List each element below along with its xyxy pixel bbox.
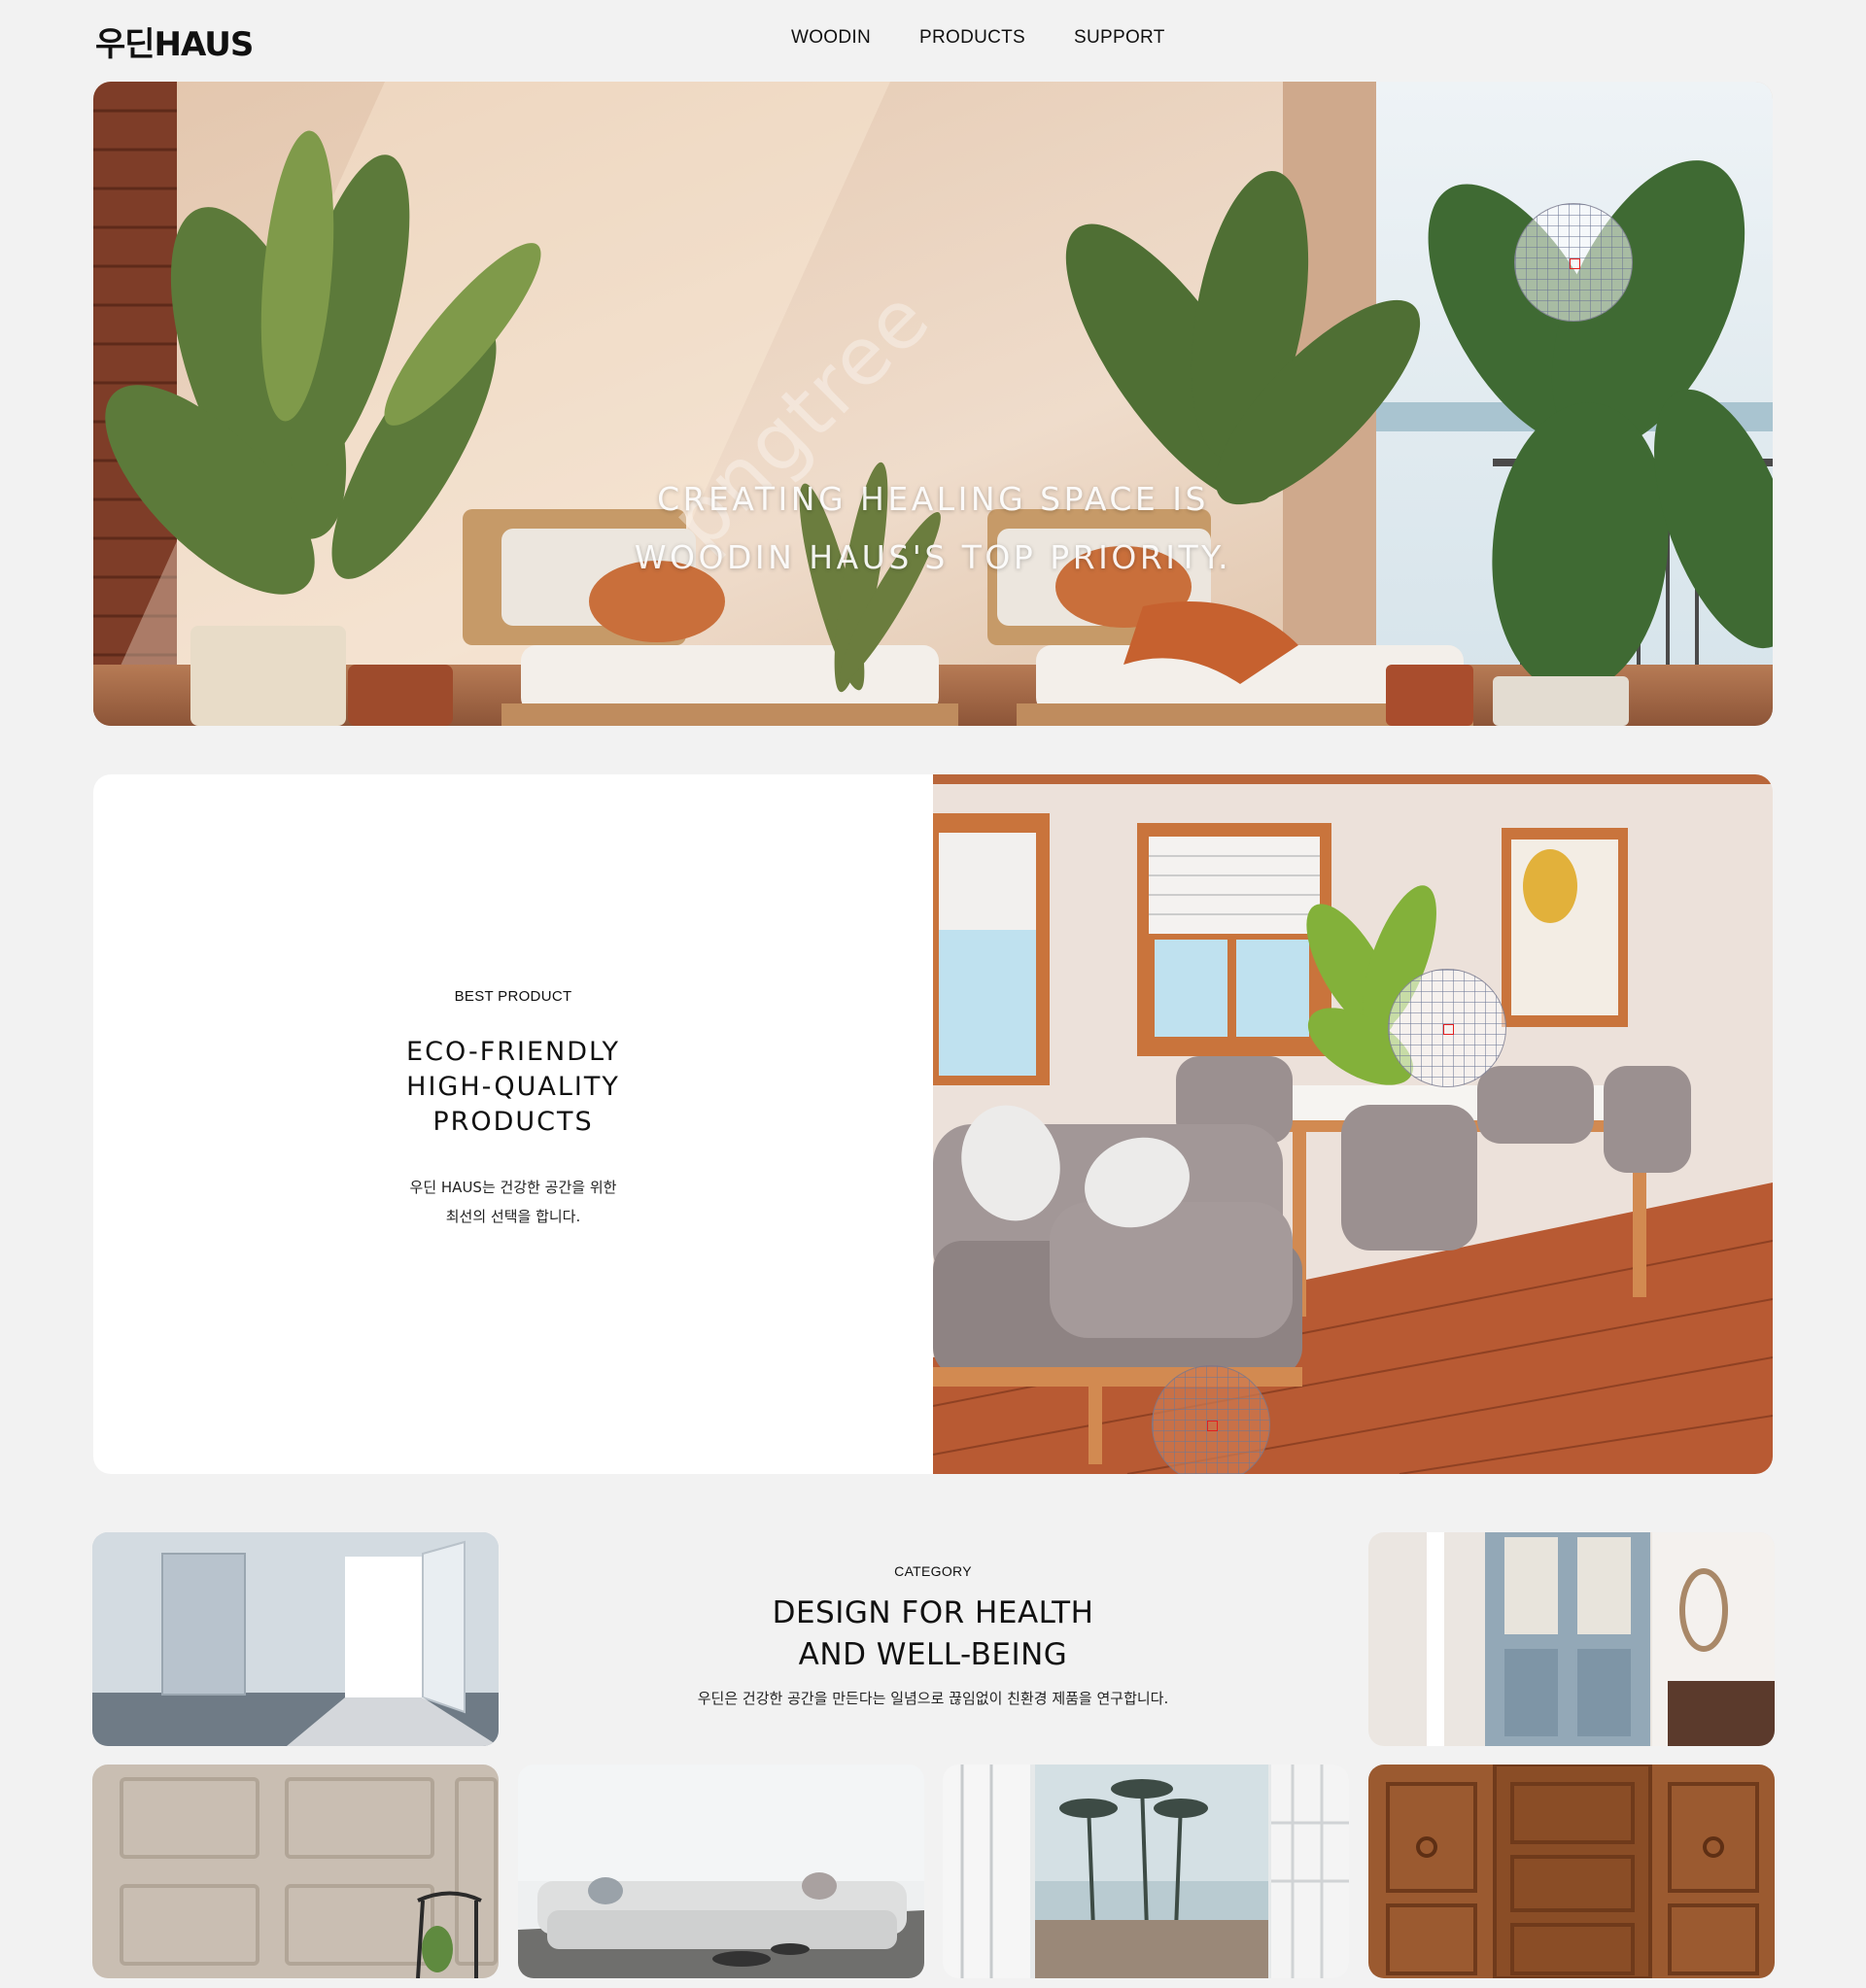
category-tile-wall-panel[interactable]	[92, 1765, 499, 1978]
hero-headline-line-1: CREATING HEALING SPACE IS	[657, 480, 1209, 518]
category-intro: CATEGORY DESIGN FOR HEALTH AND WELL-BEIN…	[497, 1532, 1369, 1708]
magnifier-target-icon	[1207, 1421, 1218, 1431]
magnifier-lens[interactable]	[1388, 969, 1506, 1087]
best-product-desc-line-2: 최선의 선택을 합니다.	[445, 1208, 581, 1225]
category-tile-doors[interactable]	[92, 1532, 499, 1746]
nav-link-woodin[interactable]: WOODIN	[791, 27, 871, 49]
category-tile-wood-door[interactable]	[1368, 1765, 1775, 1978]
category-title-line-2: AND WELL-BEING	[798, 1637, 1068, 1672]
best-product-image	[933, 774, 1773, 1474]
hero-headline-line-2: WOODIN HAUS'S TOP PRIORITY.	[634, 538, 1232, 576]
hero-banner: pngtree CREATING HEALING SPACE IS WOODIN…	[93, 82, 1773, 726]
best-product-title: ECO-FRIENDLY HIGH-QUALITY PRODUCTS	[93, 1035, 933, 1140]
best-product-title-line-1: ECO-FRIENDLY	[406, 1037, 620, 1067]
category-tile-sofa[interactable]	[518, 1765, 924, 1978]
site-logo[interactable]: 우딘HAUS	[95, 17, 254, 65]
category-description: 우딘은 건강한 공간을 만든다는 일념으로 끊임없이 친환경 제품을 연구합니다…	[697, 1690, 1169, 1707]
site-header: 우딘HAUS WOODIN PRODUCTS SUPPORT	[0, 0, 1866, 78]
best-product-description: 우딘 HAUS는 건강한 공간을 위한 최선의 선택을 합니다.	[93, 1173, 933, 1231]
category-image-mural-room	[943, 1765, 1349, 1978]
best-product-desc-line-1: 우딘 HAUS는 건강한 공간을 위한	[409, 1179, 617, 1196]
category-title: DESIGN FOR HEALTH AND WELL-BEING	[497, 1593, 1369, 1676]
category-title-line-1: DESIGN FOR HEALTH	[772, 1595, 1094, 1630]
category-eyebrow: CATEGORY	[894, 1563, 972, 1579]
page: 우딘HAUS WOODIN PRODUCTS SUPPORT pngtree C…	[0, 0, 1866, 1988]
category-image-wood-door	[1368, 1765, 1775, 1978]
magnifier-target-icon	[1443, 1024, 1454, 1035]
magnifier-lens[interactable]	[1514, 203, 1633, 322]
living-room-illustration	[933, 774, 1773, 1474]
magnifier-lens[interactable]	[1152, 1365, 1270, 1474]
category-image-blue-door	[1368, 1532, 1775, 1746]
nav-link-support[interactable]: SUPPORT	[1074, 27, 1165, 49]
category-image-wall-panel	[92, 1765, 499, 1978]
hero-headline: CREATING HEALING SPACE IS WOODIN HAUS'S …	[93, 470, 1773, 587]
hero-image	[93, 82, 1773, 726]
best-product-eyebrow: BEST PRODUCT	[454, 988, 572, 1005]
best-product-section: BEST PRODUCT ECO-FRIENDLY HIGH-QUALITY P…	[93, 774, 1773, 1474]
category-image-open-door	[92, 1532, 499, 1746]
main-nav: WOODIN PRODUCTS SUPPORT	[791, 27, 1165, 49]
magnifier-target-icon	[1570, 258, 1580, 269]
category-tile-blue-door[interactable]	[1368, 1532, 1775, 1746]
best-product-title-line-2: HIGH-QUALITY	[406, 1072, 620, 1102]
nav-link-products[interactable]: PRODUCTS	[919, 27, 1025, 49]
best-product-title-line-3: PRODUCTS	[432, 1107, 594, 1137]
category-tile-mural[interactable]	[943, 1765, 1349, 1978]
category-image-sofa	[518, 1765, 924, 1978]
best-product-text: BEST PRODUCT ECO-FRIENDLY HIGH-QUALITY P…	[93, 774, 933, 1474]
